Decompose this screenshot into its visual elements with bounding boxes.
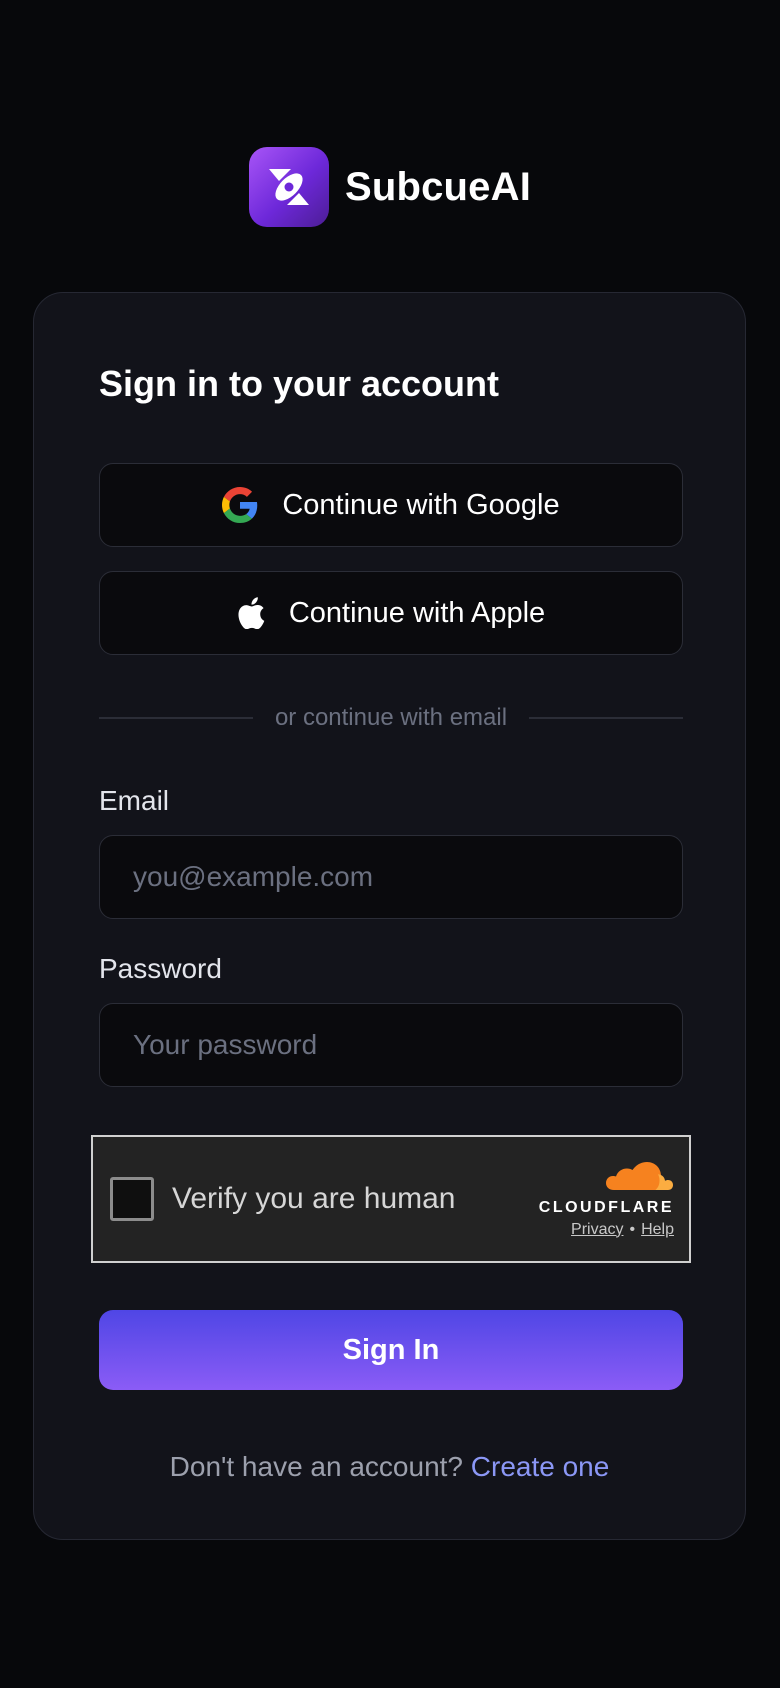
sign-in-button[interactable]: Sign In [99, 1310, 683, 1390]
captcha-privacy-link[interactable]: Privacy [571, 1221, 623, 1238]
email-field[interactable] [99, 835, 683, 919]
brand-header: SubcueAI [0, 147, 780, 227]
sign-in-card: Sign in to your account Continue with Go… [33, 292, 746, 1540]
signup-prompt-text: Don't have an account? [169, 1451, 463, 1482]
password-label: Password [99, 953, 222, 984]
subcue-logo-icon [248, 147, 329, 227]
page-title: Sign in to your account [99, 363, 500, 404]
divider-line-left [99, 717, 253, 719]
create-account-link[interactable]: Create one [471, 1451, 610, 1482]
email-divider: or continue with email [99, 698, 683, 738]
google-button-label: Continue with Google [282, 488, 560, 521]
signup-prompt: Don't have an account? Create one [34, 1451, 745, 1483]
divider-line-right [529, 717, 683, 719]
continue-with-google-button[interactable]: Continue with Google [99, 463, 683, 547]
apple-button-label: Continue with Apple [288, 596, 546, 629]
divider-text: or continue with email [274, 704, 508, 731]
captcha-checkbox[interactable] [110, 1177, 154, 1221]
captcha-link-separator: • [629, 1220, 636, 1238]
cloudflare-logo-icon [602, 1160, 674, 1197]
google-icon [222, 487, 258, 523]
email-label: Email [99, 785, 170, 816]
cloudflare-branding: CLOUDFLARE Privacy • Help [539, 1160, 674, 1239]
captcha-label: Verify you are human [172, 1182, 456, 1215]
captcha-widget: Verify you are human CLOUDFLARE Privacy •… [91, 1135, 691, 1263]
captcha-links: Privacy • Help [571, 1221, 674, 1239]
brand-name: SubcueAI [344, 164, 532, 209]
cloudflare-wordmark: CLOUDFLARE [538, 1198, 674, 1216]
continue-with-apple-button[interactable]: Continue with Apple [99, 571, 683, 655]
captcha-help-link[interactable]: Help [641, 1221, 674, 1238]
password-field[interactable] [99, 1003, 683, 1087]
apple-icon [237, 597, 265, 629]
